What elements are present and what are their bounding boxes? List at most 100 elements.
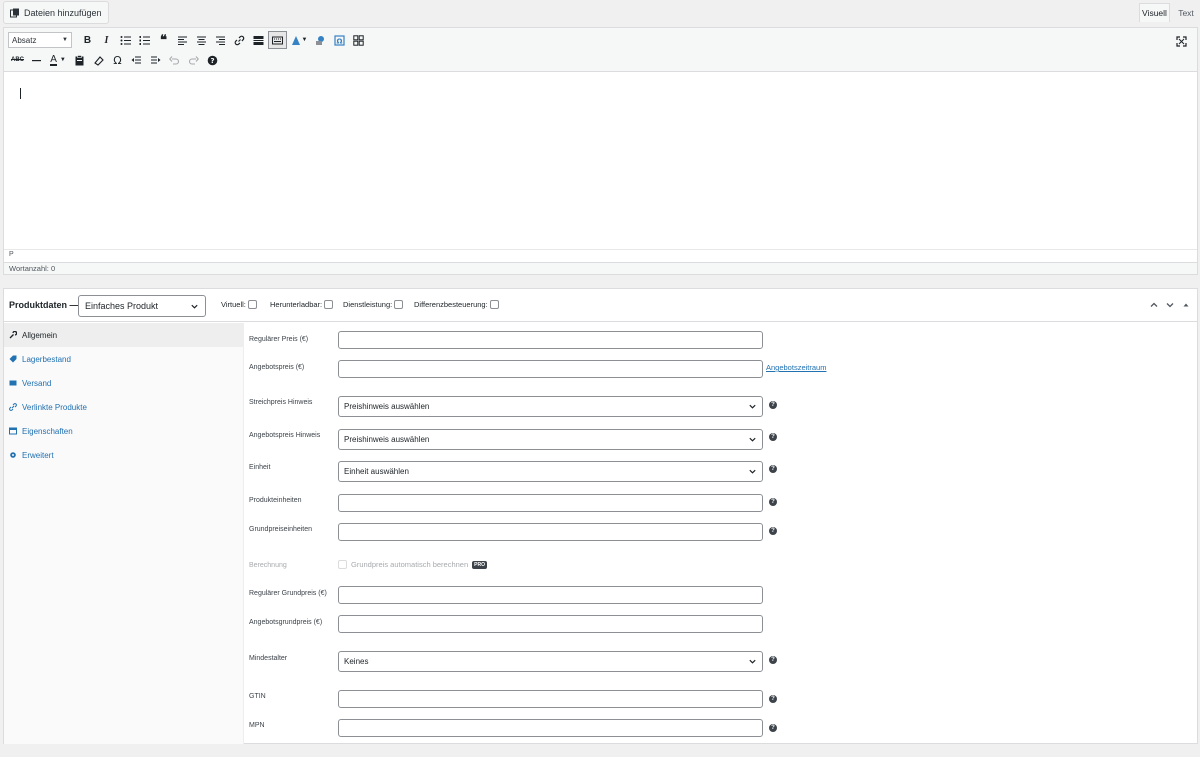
option-virtual-label: Virtuell:	[221, 300, 246, 309]
regular-price-input[interactable]	[338, 331, 763, 349]
product-units-input[interactable]	[338, 494, 763, 512]
option-virtual[interactable]: Virtuell:	[221, 300, 257, 309]
question-circle-icon: ?	[207, 55, 218, 65]
tab-general[interactable]: Allgemein	[4, 323, 243, 347]
redo-button[interactable]	[184, 51, 203, 69]
help-button[interactable]: ?	[203, 51, 222, 69]
margin-tax-checkbox[interactable]	[489, 300, 499, 309]
bold-button[interactable]: B	[78, 31, 97, 49]
gtin-input[interactable]	[338, 690, 763, 708]
virtual-checkbox[interactable]	[247, 300, 257, 309]
sale-price-label: Angebotspreis (€)	[249, 364, 305, 371]
regular-price-label: Regulärer Preis (€)	[249, 336, 309, 343]
help-icon[interactable]: ?	[769, 498, 777, 506]
fullscreen-button[interactable]	[1172, 32, 1191, 50]
product-data-box: Produktdaten — Einfaches Produkt Virtuel…	[3, 288, 1198, 744]
align-left-button[interactable]	[173, 31, 192, 49]
wrench-icon	[9, 331, 17, 339]
sale-price-input[interactable]	[338, 360, 763, 378]
strike-price-notice-select[interactable]: Preishinweis auswählen	[338, 396, 763, 417]
option-service-label: Dienstleistung:	[343, 300, 393, 309]
tab-inventory[interactable]: Lagerbestand	[4, 347, 243, 371]
help-icon[interactable]: ?	[769, 401, 777, 409]
min-age-select[interactable]: Keines	[338, 651, 763, 672]
base-price-units-input[interactable]	[338, 523, 763, 541]
plugin-button-1[interactable]	[311, 31, 330, 49]
product-type-value: Einfaches Produkt	[85, 301, 159, 311]
product-type-select[interactable]: Einfaches Produkt	[78, 295, 206, 317]
option-service[interactable]: Dienstleistung:	[343, 300, 404, 309]
gtin-label: GTIN	[249, 693, 266, 700]
outdent-button[interactable]	[127, 51, 146, 69]
align-center-icon	[197, 36, 206, 45]
help-icon[interactable]: ?	[769, 724, 777, 732]
chevron-down-icon[interactable]	[1165, 300, 1175, 310]
help-icon[interactable]: ?	[769, 465, 777, 473]
chevron-down-icon	[749, 469, 756, 474]
tab-attributes[interactable]: Eigenschaften	[4, 419, 243, 443]
sale-schedule-link[interactable]: Angebotszeitraum	[766, 363, 826, 372]
align-center-button[interactable]	[192, 31, 211, 49]
format-select[interactable]: Absatz ▼	[8, 32, 72, 48]
strikethrough-button[interactable]: ABC	[8, 51, 27, 69]
clipboard-icon	[75, 54, 84, 65]
toolbar-toggle-button[interactable]	[268, 31, 287, 49]
sale-price-notice-select[interactable]: Preishinweis auswählen	[338, 429, 763, 450]
collapse-triangle-icon[interactable]	[1181, 300, 1191, 310]
align-right-button[interactable]	[211, 31, 230, 49]
link-button[interactable]	[230, 31, 249, 49]
auto-calc-checkbox[interactable]	[338, 560, 347, 569]
tab-advanced[interactable]: Erweitert	[4, 443, 243, 467]
keyboard-icon	[272, 36, 283, 44]
downloadable-checkbox[interactable]	[324, 300, 334, 309]
auto-calc-label: Grundpreis automatisch berechnen	[351, 560, 469, 569]
product-units-label: Produkteinheiten	[249, 497, 302, 504]
mpn-input[interactable]	[338, 719, 763, 737]
italic-button[interactable]: I	[97, 31, 116, 49]
add-media-button[interactable]: Dateien hinzufügen	[3, 1, 109, 24]
media-bar: Dateien hinzufügen Visuell Text	[0, 0, 1200, 28]
tab-linked-products[interactable]: Verlinkte Produkte	[4, 395, 243, 419]
plugin-button-2[interactable]: Ω	[330, 31, 349, 49]
help-icon[interactable]: ?	[769, 695, 777, 703]
help-icon[interactable]: ?	[769, 433, 777, 441]
toolbar-row-1: Absatz ▼ B I ❝ ▼ Ω	[8, 31, 368, 49]
text-color-button[interactable]: A ▼	[46, 51, 70, 69]
italic-icon: I	[104, 34, 109, 46]
unit-select[interactable]: Einheit auswählen	[338, 461, 763, 482]
horizontal-line-button[interactable]	[27, 51, 46, 69]
tab-shipping[interactable]: Versand	[4, 371, 243, 395]
blockquote-button[interactable]: ❝	[154, 31, 173, 49]
editor-toolbar: Absatz ▼ B I ❝ ▼ Ω ABC A ▼ Ω ?	[4, 28, 1197, 72]
caret-down-icon: ▼	[301, 37, 308, 43]
chevron-down-icon	[749, 659, 756, 664]
custom-style-button[interactable]: ▼	[287, 31, 311, 49]
paste-text-button[interactable]	[70, 51, 89, 69]
content-editor[interactable]	[4, 72, 1197, 249]
help-icon[interactable]: ?	[769, 656, 777, 664]
indent-button[interactable]	[146, 51, 165, 69]
option-margin-tax[interactable]: Differenzbesteuerung:	[414, 300, 499, 309]
toolbar-row-2: ABC A ▼ Ω ?	[8, 51, 222, 69]
chevron-down-icon	[749, 437, 756, 442]
align-right-icon	[216, 36, 225, 45]
special-char-button[interactable]: Ω	[108, 51, 127, 69]
calculation-label: Berechnung	[249, 562, 287, 569]
read-more-button[interactable]	[249, 31, 268, 49]
sale-base-price-input[interactable]	[338, 615, 763, 633]
chevron-down-icon	[749, 404, 756, 409]
blocks-button[interactable]	[349, 31, 368, 49]
service-checkbox[interactable]	[394, 300, 404, 309]
clear-formatting-button[interactable]	[89, 51, 108, 69]
tab-visual[interactable]: Visuell	[1139, 3, 1170, 22]
chevron-up-icon[interactable]	[1149, 300, 1159, 310]
regular-base-price-input[interactable]	[338, 586, 763, 604]
numbered-list-button[interactable]	[135, 31, 154, 49]
bullet-list-button[interactable]	[116, 31, 135, 49]
undo-button[interactable]	[165, 51, 184, 69]
chevron-down-icon	[191, 304, 198, 309]
option-downloadable[interactable]: Herunterladbar:	[270, 300, 334, 309]
tab-text[interactable]: Text	[1172, 3, 1200, 22]
help-icon[interactable]: ?	[769, 527, 777, 535]
min-age-label: Mindestalter	[249, 655, 288, 662]
